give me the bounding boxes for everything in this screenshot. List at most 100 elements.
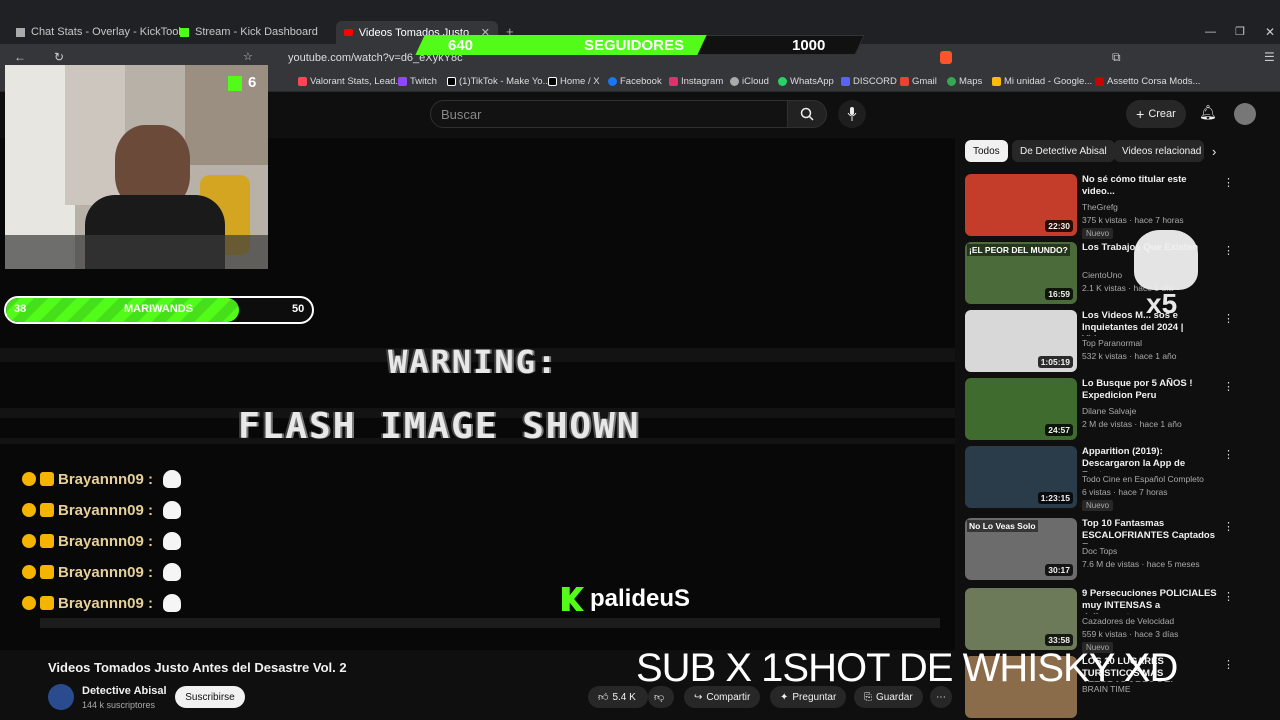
extensions-icon[interactable]: ⧉ [1112, 50, 1121, 65]
bookmark-item[interactable]: Gmail [900, 76, 937, 87]
bookmark-item[interactable]: Valorant Stats, Lead... [298, 76, 403, 87]
recommendation-item[interactable]: 22:30 No sé cómo titular este video... The… [965, 174, 1234, 239]
more-options-icon[interactable]: ⋮ [1223, 176, 1234, 189]
channel-name[interactable]: Detective Abisal [82, 685, 167, 697]
recommendation-title[interactable]: Top 10 Fantasmas ESCALOFRIANTES Captados… [1082, 518, 1217, 544]
badge-icon [40, 596, 54, 610]
more-options-icon[interactable]: ⋮ [1223, 448, 1234, 461]
more-options-icon[interactable]: ⋮ [1223, 590, 1234, 603]
recommendation-channel[interactable]: TheGrefg [1082, 202, 1118, 212]
skull-emote-icon [163, 563, 182, 581]
bookmark-item[interactable]: Twitch [398, 76, 437, 87]
notifications-icon[interactable]: 🔔︎ [1199, 104, 1217, 121]
subscribe-button[interactable]: Suscribirse [175, 686, 245, 708]
recommendation-channel[interactable]: CientoUno [1082, 270, 1122, 280]
bookmark-item[interactable]: Mi unidad - Google... [992, 76, 1092, 87]
more-options-icon[interactable]: ⋮ [1223, 312, 1234, 325]
recommendation-title[interactable]: Lo Busque por 5 AÑOS ! Expedicion Peru [1082, 378, 1217, 402]
recommendation-channel[interactable]: Dilane Salvaje [1082, 406, 1136, 416]
bookmark-item[interactable]: iCloud [730, 76, 769, 87]
video-title: Videos Tomados Justo Antes del Desastre … [48, 660, 347, 675]
bookmark-item[interactable]: (1)TikTok - Make Yo... [447, 76, 551, 87]
bookmark-label: DISCORD [853, 76, 897, 87]
chat-user: Brayannn09 : [58, 470, 154, 488]
bookmark-item[interactable]: Instagram [669, 76, 723, 87]
more-options-icon[interactable]: ⋮ [1223, 244, 1234, 257]
kick-icon [180, 27, 189, 37]
bookmark-label: (1)TikTok - Make Yo... [459, 76, 551, 87]
bookmark-icon[interactable]: ☆ [243, 50, 253, 63]
video-thumbnail[interactable]: 22:30 [965, 174, 1077, 236]
more-options-icon[interactable]: ⋮ [1223, 520, 1234, 533]
brave-shield-icon[interactable] [940, 51, 952, 64]
more-options-icon[interactable]: ⋮ [1223, 380, 1234, 393]
voice-search-button[interactable] [838, 100, 866, 128]
recommendation-channel[interactable]: Cazadores de Velocidad [1082, 616, 1174, 626]
goal-end: 50 [292, 303, 305, 315]
search-button[interactable] [787, 100, 827, 128]
chip-all[interactable]: Todos [965, 140, 1008, 162]
recommendation-title[interactable]: No sé cómo titular este video... [1082, 174, 1217, 198]
bookmark-item[interactable]: Home / X [548, 76, 600, 87]
create-button[interactable]: + Crear [1126, 100, 1186, 128]
video-thumbnail[interactable]: 33:58 [965, 588, 1077, 650]
bookmark-label: Mi unidad - Google... [1004, 76, 1093, 87]
recommendation-item[interactable]: 24:57 Lo Busque por 5 AÑOS ! Expedicion P… [965, 378, 1234, 442]
video-thumbnail[interactable]: No Lo Veas Solo 30:17 [965, 518, 1077, 580]
recommendation-item[interactable]: No Lo Veas Solo 30:17 Top 10 Fantasmas ESC… [965, 518, 1234, 582]
tab-label: Chat Stats - Overlay - KickTools [31, 26, 187, 38]
recommendation-item[interactable]: 1:23:15 Apparition (2019): Descargaron la… [965, 446, 1234, 511]
kick-viewer-count: 6 [248, 74, 257, 91]
tab-kick-dashboard[interactable]: Stream - Kick Dashboard [180, 22, 318, 42]
recommendation-title[interactable]: 9 Persecuciones POLICIALES muy INTENSAS … [1082, 588, 1217, 614]
recommendation-channel[interactable]: Doc Tops [1082, 546, 1117, 556]
youtube-icon [344, 29, 353, 36]
recommendation-item[interactable]: 1:05:19 Los Videos M... sos e Inquietante… [965, 310, 1234, 374]
tab-chat-stats[interactable]: Chat Stats - Overlay - KickTools [16, 22, 186, 42]
grid-icon [16, 27, 25, 37]
video-thumbnail[interactable]: 24:57 [965, 378, 1077, 440]
thumbs-down-icon: 👎︎ [654, 692, 665, 703]
video-thumbnail[interactable]: 1:23:15 [965, 446, 1077, 508]
video-thumbnail[interactable]: ¡EL PEOR DEL MUNDO? 16:59 [965, 242, 1077, 304]
reload-icon[interactable]: ↻ [54, 50, 64, 64]
more-options-icon[interactable]: ⋮ [1223, 658, 1234, 671]
chip-channel[interactable]: De Detective Abisal [1012, 140, 1115, 162]
minimize-icon[interactable]: — [1205, 26, 1216, 38]
recommendation-title[interactable]: Apparition (2019): Descargaron la App de… [1082, 446, 1217, 472]
window-close-icon[interactable]: ✕ [1265, 25, 1275, 39]
recommendation-channel[interactable]: Top Paranormal [1082, 338, 1142, 348]
bookmark-label: Instagram [681, 76, 724, 87]
recommendation-channel[interactable]: Todo Cine en Español Completo [1082, 474, 1204, 484]
chevron-right-icon[interactable]: › [1212, 144, 1216, 159]
back-icon[interactable]: ← [14, 50, 26, 64]
channel-avatar[interactable] [48, 684, 74, 710]
menu-icon[interactable]: ☰ [1264, 50, 1275, 64]
follower-goal-bar: 640 SEGUIDORES 1000 [415, 35, 865, 55]
recommendation-item[interactable]: 33:58 9 Persecuciones POLICIALES muy INTE… [965, 588, 1234, 653]
bookmark-item[interactable]: Assetto Corsa Mods... [1095, 76, 1200, 87]
chip-related[interactable]: Videos relacionad [1114, 140, 1204, 162]
bookmark-label: WhatsApp [790, 76, 834, 87]
chat-user: Brayannn09 : [58, 594, 154, 612]
thumbnail-badge: No Lo Veas Solo [967, 520, 1038, 532]
save-label: Guardar [876, 691, 913, 703]
skull-emote-icon [163, 501, 182, 519]
bookmark-item[interactable]: DISCORD [841, 76, 897, 87]
restore-icon[interactable]: ❐ [1235, 25, 1245, 38]
sparkle-icon: ✦ [780, 691, 789, 703]
bookmark-item[interactable]: Facebook [608, 76, 662, 87]
thumbnail-badge: ¡EL PEOR DEL MUNDO? [967, 244, 1070, 256]
bookmark-item[interactable]: Maps [947, 76, 982, 87]
recommendation-meta: 2 M de vistas · hace 1 año [1082, 419, 1182, 429]
skull-emote-icon [163, 470, 182, 488]
search-input[interactable]: Buscar [430, 100, 788, 128]
avatar[interactable] [1234, 103, 1256, 125]
chat-line: Brayannn09 : [22, 532, 182, 550]
kick-logo-icon [562, 587, 584, 611]
bookmark-label: Home / X [560, 76, 600, 87]
video-thumbnail[interactable]: 1:05:19 [965, 310, 1077, 372]
kick-username-watermark: palideuS [562, 585, 690, 613]
bookmark-item[interactable]: WhatsApp [778, 76, 834, 87]
follower-current: 640 [448, 37, 474, 54]
